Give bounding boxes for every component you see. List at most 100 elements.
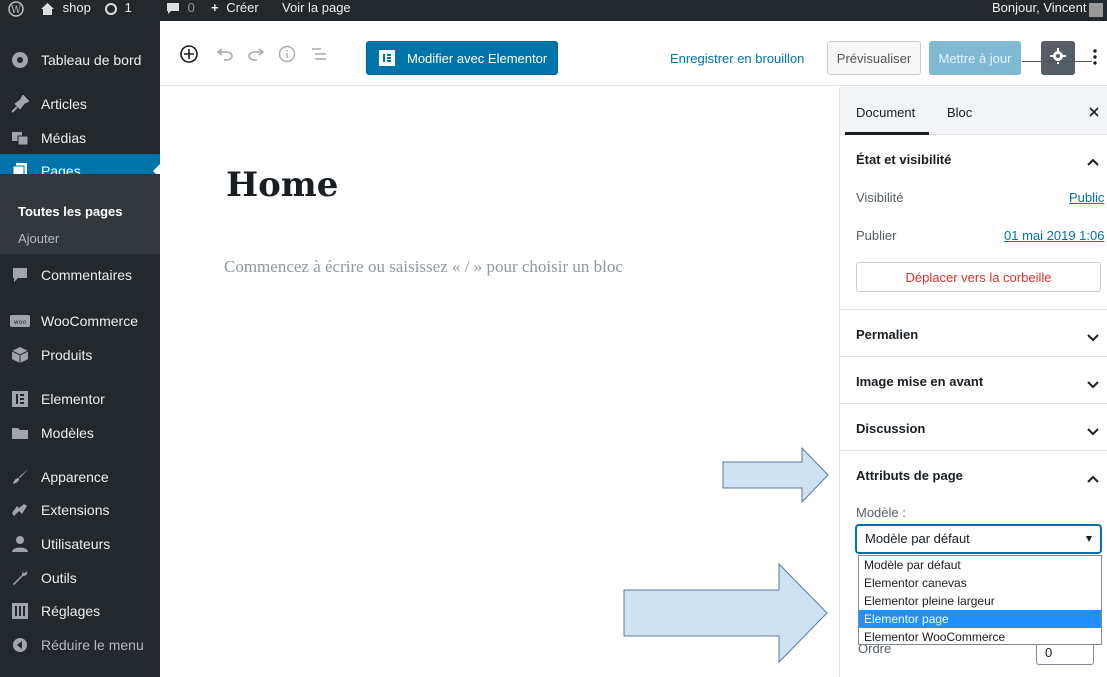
chevron-down-icon[interactable] — [1087, 329, 1101, 343]
permalink-section-title[interactable]: Permalien — [856, 327, 918, 342]
sidebar-item-tools[interactable]: Outils — [0, 561, 160, 595]
dropdown-arrow-icon — [1086, 536, 1092, 542]
home-icon — [40, 0, 55, 15]
woocommerce-icon: woo — [10, 311, 30, 331]
folder-icon — [10, 423, 30, 443]
sidebar-item-articles[interactable]: Articles — [0, 87, 160, 121]
undo-icon[interactable] — [214, 43, 236, 65]
outline-icon[interactable] — [308, 43, 330, 65]
sidebar-item-label: Produits — [41, 347, 93, 363]
gear-icon — [1050, 47, 1066, 69]
media-icon — [10, 128, 30, 148]
template-option[interactable]: Elementor pleine largeur — [859, 592, 1101, 610]
chevron-down-icon[interactable] — [1087, 376, 1101, 390]
featured-image-section-title[interactable]: Image mise en avant — [856, 374, 983, 389]
tab-document[interactable]: Document — [856, 105, 915, 120]
add-block-icon[interactable] — [178, 43, 200, 65]
move-to-trash-button[interactable]: Déplacer vers la corbeille — [856, 262, 1101, 292]
tab-block[interactable]: Bloc — [947, 105, 972, 120]
close-icon[interactable] — [1088, 105, 1102, 119]
new-label: Créer — [226, 0, 259, 15]
sidebar-item-label: Modèles — [41, 425, 94, 441]
sidebar-item-elementor[interactable]: Elementor — [0, 382, 160, 416]
divider — [840, 450, 1107, 451]
more-options-button[interactable] — [1088, 45, 1102, 73]
page-title[interactable]: Home — [226, 165, 338, 205]
comment-icon — [10, 265, 30, 285]
publish-date-link[interactable]: 01 mai 2019 1:06 — [1004, 228, 1104, 243]
chevron-up-icon[interactable] — [1087, 153, 1101, 167]
update-button[interactable]: Mettre à jour — [929, 41, 1021, 75]
sidebar-item-products[interactable]: Produits — [0, 338, 160, 372]
template-option[interactable]: Elementor WooCommerce — [859, 628, 1101, 646]
panel-tabs: Document Bloc — [840, 87, 1107, 135]
sidebar-item-settings[interactable]: Réglages — [0, 594, 160, 628]
elementor-button-label: Modifier avec Elementor — [407, 50, 548, 66]
sidebar-item-dashboard[interactable]: Tableau de bord — [0, 43, 160, 77]
template-select-value: Modèle par défaut — [865, 531, 970, 546]
save-draft-link[interactable]: Enregistrer en brouillon — [670, 51, 804, 66]
user-greeting[interactable]: Bonjour, Vincent — [992, 0, 1086, 21]
collapse-icon — [10, 635, 30, 655]
site-home-link[interactable]: shop — [40, 0, 91, 21]
submenu-all-pages[interactable]: Toutes les pages — [18, 204, 123, 219]
sidebar-item-label: Tableau de bord — [41, 52, 142, 68]
sidebar-item-label: Réduire le menu — [41, 637, 144, 653]
sidebar-item-label: Médias — [41, 130, 87, 146]
redo-icon[interactable] — [245, 43, 267, 65]
settings-toggle-button[interactable] — [1041, 41, 1075, 75]
sidebar-item-plugins[interactable]: Extensions — [0, 493, 160, 527]
template-option[interactable]: Elementor canevas — [859, 574, 1101, 592]
annotation-line — [1022, 61, 1092, 62]
sidebar-item-woocommerce[interactable]: woo WooCommerce — [0, 304, 160, 338]
divider — [840, 356, 1107, 357]
visibility-label: Visibilité — [856, 190, 904, 205]
new-content-link[interactable]: + Créer — [211, 0, 259, 21]
updates-count: 1 — [124, 0, 132, 15]
sidebar-item-label: Utilisateurs — [41, 536, 111, 552]
sidebar-item-media[interactable]: Médias — [0, 121, 160, 155]
publish-label: Publier — [856, 228, 897, 243]
page-attributes-section-title[interactable]: Attributs de page — [856, 468, 963, 483]
sidebar-collapse-menu[interactable]: Réduire le menu — [0, 628, 160, 662]
sidebar-item-templates[interactable]: Modèles — [0, 416, 160, 450]
admin-bar: W shop 1 0 + Créer Voir la page Bonjour,… — [0, 0, 1107, 21]
svg-text:woo: woo — [14, 319, 27, 326]
template-dropdown-list: Modèle par défaut Elementor canevas Elem… — [858, 555, 1102, 645]
kebab-menu-icon — [1093, 48, 1097, 70]
chevron-down-icon[interactable] — [1087, 423, 1101, 437]
template-select[interactable]: Modèle par défaut — [856, 525, 1101, 553]
plus-icon: + — [211, 0, 219, 15]
settings-icon — [10, 601, 30, 621]
divider — [840, 309, 1107, 310]
sidebar-item-appearance[interactable]: Apparence — [0, 460, 160, 494]
edit-with-elementor-button[interactable]: Modifier avec Elementor — [366, 41, 558, 75]
sidebar-item-users[interactable]: Utilisateurs — [0, 527, 160, 561]
template-label: Modèle : — [856, 505, 906, 520]
sidebar-item-label: Articles — [41, 96, 87, 112]
updates-link[interactable]: 1 — [104, 0, 132, 21]
sidebar-item-comments[interactable]: Commentaires — [0, 258, 160, 292]
template-option-highlighted[interactable]: Elementor page — [859, 610, 1101, 628]
comments-link[interactable]: 0 — [166, 0, 195, 21]
pages-submenu: Toutes les pages Ajouter — [0, 174, 160, 254]
preview-button[interactable]: Prévisualiser — [827, 41, 921, 75]
dashboard-icon — [10, 50, 30, 70]
discussion-section-title[interactable]: Discussion — [856, 421, 925, 436]
sidebar-item-label: Elementor — [41, 391, 105, 407]
status-visibility-title[interactable]: État et visibilité — [856, 152, 951, 167]
active-tab-indicator — [845, 132, 929, 135]
box-icon — [10, 345, 30, 365]
visibility-value-link[interactable]: Public — [1069, 190, 1104, 205]
view-page-link[interactable]: Voir la page — [282, 0, 351, 21]
user-icon — [10, 534, 30, 554]
avatar[interactable] — [1089, 3, 1103, 21]
block-placeholder[interactable]: Commencez à écrire ou saisissez « / » po… — [224, 257, 623, 277]
template-option[interactable]: Modèle par défaut — [859, 556, 1101, 574]
settings-sidebar: Document Bloc État et visibilité Visibil… — [839, 87, 1107, 677]
submenu-add-new[interactable]: Ajouter — [18, 231, 59, 246]
annotation-arrow-dropdown — [623, 562, 828, 664]
chevron-up-icon[interactable] — [1087, 470, 1101, 484]
wordpress-logo-icon[interactable]: W — [8, 0, 24, 21]
info-icon[interactable] — [276, 43, 298, 65]
